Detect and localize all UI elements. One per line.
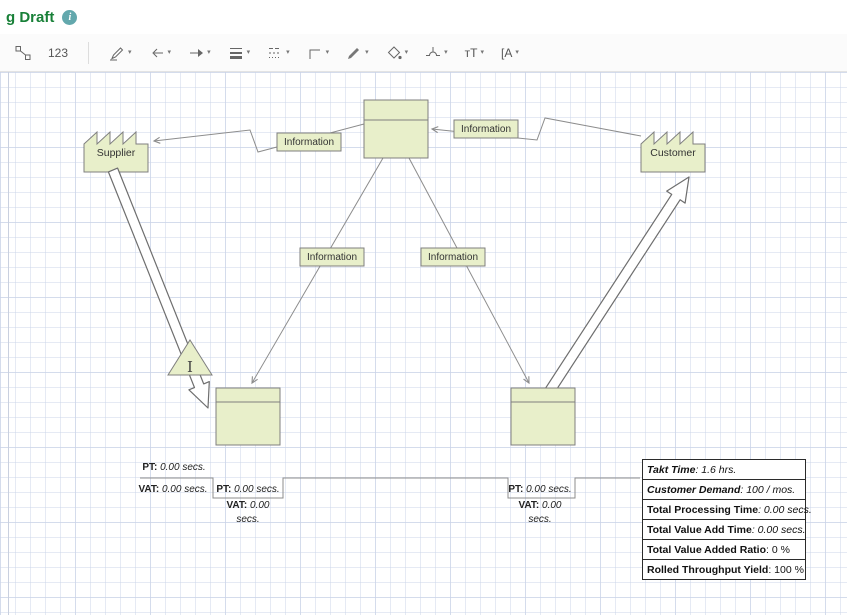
information-label-text: Information: [428, 252, 478, 263]
chevron-down-icon: ▾: [326, 49, 330, 56]
information-label-text: Information: [284, 137, 334, 148]
customer-label: Customer: [650, 147, 696, 159]
info-connector-to-process1[interactable]: [252, 158, 383, 383]
supplier-shape[interactable]: Supplier: [84, 132, 148, 172]
process1-shape[interactable]: [216, 388, 280, 445]
table-row: Total Value Added Ratio: 0 %: [643, 540, 805, 560]
table-row: Rolled Throughput Yield: 100 %: [643, 560, 805, 579]
information-label-2[interactable]: Information: [454, 120, 518, 138]
brush-button[interactable]: ▾: [341, 41, 374, 65]
pencil-icon: [109, 45, 125, 61]
info-icon[interactable]: i: [62, 10, 77, 25]
text-format-icon: [A: [501, 46, 512, 60]
header-bar: g Draft i: [0, 0, 847, 34]
connector-style-button[interactable]: ▾: [302, 41, 335, 65]
supplier-label: Supplier: [97, 147, 136, 159]
chevron-down-icon: ▾: [247, 49, 251, 56]
information-label-text: Information: [307, 252, 357, 263]
info-connector-to-process2[interactable]: [409, 158, 529, 383]
fill-color-icon: [386, 45, 402, 61]
line-weight-icon: [228, 45, 244, 61]
vat-label-3: VAT: 0.00 secs.: [511, 499, 569, 526]
page-title: g Draft: [6, 9, 54, 26]
shipment-arrow-customer[interactable]: [545, 177, 689, 395]
line-style-button[interactable]: ▾: [262, 41, 295, 65]
inventory-shape[interactable]: I: [168, 340, 212, 376]
elbow-connector-icon: [307, 45, 323, 61]
text-format-button[interactable]: [A ▾: [496, 42, 524, 64]
chevron-down-icon: ▾: [365, 49, 369, 56]
vat-label-2: VAT: 0.00 secs.: [219, 499, 277, 526]
connection-arrows-button[interactable]: [10, 41, 36, 65]
font-size-button[interactable]: тT ▾: [460, 42, 489, 64]
chevron-down-icon: ▾: [444, 49, 448, 56]
pt-label-1: PT: 0.00 secs.: [139, 461, 209, 475]
information-label-4[interactable]: Information: [421, 248, 485, 266]
toolbar-divider: [88, 42, 89, 64]
edge-style-button[interactable]: ▾: [104, 41, 137, 65]
chevron-down-icon: ▾: [481, 49, 485, 56]
fill-color-button[interactable]: ▾: [381, 41, 414, 65]
process-box: [216, 388, 280, 445]
numbering-label: 123: [48, 46, 68, 60]
customer-shape[interactable]: Customer: [641, 132, 705, 172]
vat-label-1: VAT: 0.00 secs.: [133, 483, 213, 497]
brush-icon: [346, 45, 362, 61]
pt-label-2: PT: 0.00 secs.: [212, 483, 284, 497]
chevron-down-icon: ▾: [405, 49, 409, 56]
table-row: Total Value Add Time: 0.00 secs.: [643, 520, 805, 540]
chevron-down-icon: ▾: [207, 49, 211, 56]
arrow-left-icon: [149, 45, 165, 61]
numbering-button[interactable]: 123: [43, 42, 73, 64]
inventory-label: I: [187, 358, 193, 376]
chevron-down-icon: ▾: [168, 49, 172, 56]
line-weight-button[interactable]: ▾: [223, 41, 256, 65]
font-size-icon: тT: [465, 46, 478, 60]
chevron-down-icon: ▾: [286, 49, 290, 56]
process-box: [511, 388, 575, 445]
diagram-canvas[interactable]: Supplier Customer I: [0, 72, 847, 615]
line-jump-button[interactable]: ▾: [420, 41, 453, 65]
information-label-1[interactable]: Information: [277, 133, 341, 151]
chevron-down-icon: ▾: [515, 49, 519, 56]
line-start-button[interactable]: ▾: [144, 41, 177, 65]
vsm-summary-table[interactable]: Takt Time: 1.6 hrs. Customer Demand: 100…: [642, 459, 806, 580]
process2-shape[interactable]: [511, 388, 575, 445]
table-row: Total Processing Time: 0.00 secs.: [643, 500, 805, 520]
information-label-text: Information: [461, 124, 511, 135]
arrow-right-icon: [188, 45, 204, 61]
format-toolbar: 123 ▾ ▾ ▾ ▾ ▾: [0, 34, 847, 72]
table-row: Takt Time: 1.6 hrs.: [643, 460, 805, 480]
connection-arrows-icon: [15, 45, 31, 61]
line-jump-icon: [425, 45, 441, 61]
information-label-3[interactable]: Information: [300, 248, 364, 266]
chevron-down-icon: ▾: [128, 49, 132, 56]
pt-label-3: PT: 0.00 secs.: [504, 483, 576, 497]
dashed-lines-icon: [267, 45, 283, 61]
line-end-button[interactable]: ▾: [183, 41, 216, 65]
production-control-shape[interactable]: [364, 100, 428, 158]
process-box: [364, 100, 428, 158]
table-row: Customer Demand: 100 / mos.: [643, 480, 805, 500]
